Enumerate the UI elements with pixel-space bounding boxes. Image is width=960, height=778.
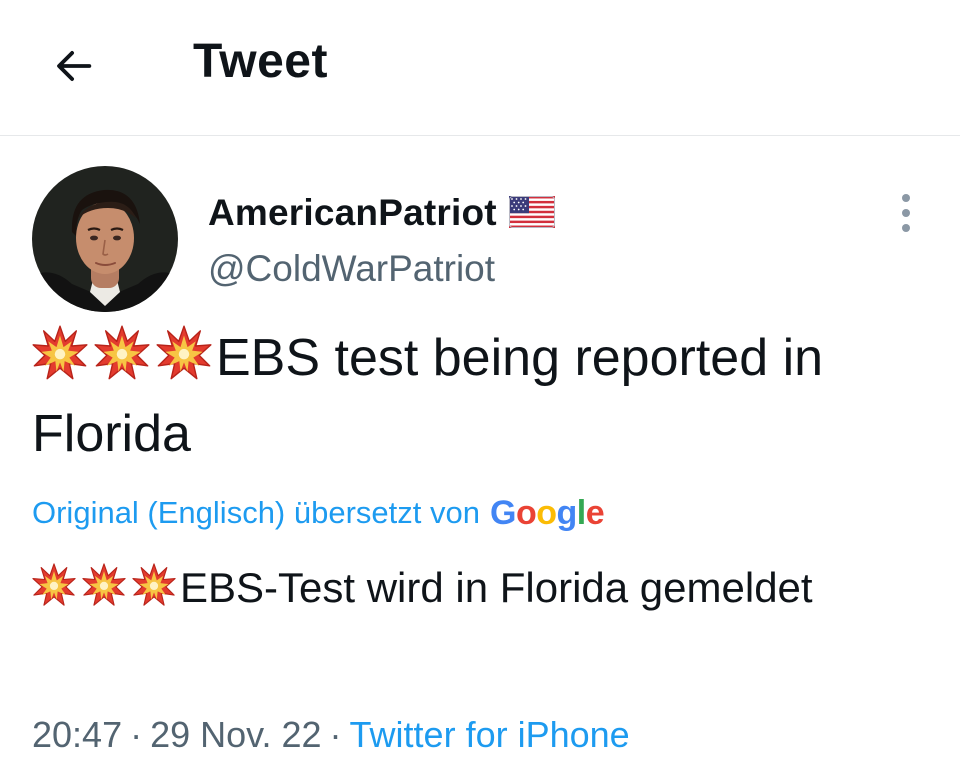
google-letter: o [536, 493, 557, 532]
dot [902, 194, 910, 202]
tweet-text: EBS test being reported in Florida [32, 320, 932, 472]
emoji-group [32, 329, 212, 387]
collision-burst-icon [132, 563, 176, 607]
profile-photo [32, 166, 178, 312]
google-letter: e [585, 493, 605, 532]
collision-burst-icon [156, 325, 212, 381]
emoji-group [32, 564, 176, 611]
translation-attribution: Original (Englisch) übersetzt von Google [32, 493, 605, 533]
google-letter: l [576, 493, 586, 532]
translated-body: EBS-Test wird in Florida gemeldet [180, 564, 813, 611]
tweet-metadata: 20:47 · 29 Nov. 22 · Twitter for iPhone [32, 714, 630, 756]
google-letter: g [556, 493, 578, 532]
google-letter: o [515, 493, 537, 532]
display-name-row: AmericanPatriot [208, 190, 555, 236]
translated-tweet-text: EBS-Test wird in Florida gemeldet [32, 557, 932, 619]
page-title: Tweet [193, 35, 328, 88]
user-handle[interactable]: @ColdWarPatriot [208, 248, 495, 290]
google-letter: G [489, 493, 516, 532]
collision-burst-icon [32, 563, 76, 607]
display-name[interactable]: AmericanPatriot [208, 192, 497, 234]
us-flag-icon [508, 195, 555, 233]
separator: · [130, 714, 143, 755]
dot [902, 224, 910, 232]
separator: · [329, 714, 342, 755]
tweet-source-link[interactable]: Twitter for iPhone [350, 714, 630, 755]
top-bar: Tweet [0, 0, 960, 136]
avatar[interactable] [32, 166, 178, 312]
collision-burst-icon [94, 325, 150, 381]
more-options-button[interactable] [886, 188, 926, 238]
translated-by-link[interactable]: Original (Englisch) übersetzt von [32, 495, 480, 531]
collision-burst-icon [32, 325, 88, 381]
google-logo: Google [489, 493, 605, 533]
back-button[interactable] [44, 36, 104, 96]
dot [902, 209, 910, 217]
arrow-left-icon [57, 51, 92, 81]
tweet-time[interactable]: 20:47 [32, 714, 122, 755]
tweet-date[interactable]: 29 Nov. 22 [150, 714, 321, 755]
collision-burst-icon [82, 563, 126, 607]
